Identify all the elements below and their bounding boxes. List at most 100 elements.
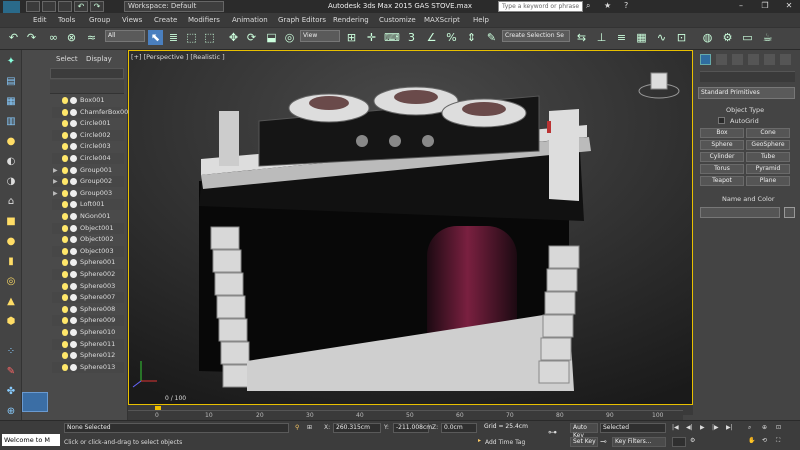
visibility-bulb-icon[interactable] [62, 224, 68, 232]
visibility-bulb-icon[interactable] [62, 294, 68, 302]
visibility-bulb-icon[interactable] [62, 329, 68, 336]
save-file-icon[interactable] [58, 1, 72, 12]
expand-arrow-icon[interactable]: ▶ [53, 176, 58, 187]
cone-primitive-icon[interactable]: ▲ [3, 295, 19, 309]
zoom-all-icon[interactable]: ⊕ [762, 424, 767, 431]
visibility-bulb-icon[interactable] [62, 143, 68, 151]
create-tab-icon[interactable] [700, 54, 711, 65]
menu-edit[interactable]: Edit [33, 13, 47, 27]
sphere-button[interactable]: Sphere [700, 140, 744, 150]
scene-item[interactable]: Sphere002 [52, 269, 124, 280]
cylinder-button[interactable]: Cylinder [700, 152, 744, 162]
menu-help[interactable]: Help [473, 13, 489, 27]
visibility-bulb-icon[interactable] [62, 236, 68, 244]
viewport-label[interactable]: [+] [Perspective ] [Realistic ] [131, 53, 225, 61]
tab-display[interactable]: Display [86, 55, 112, 63]
menu-create[interactable]: Create [154, 13, 177, 27]
undo-icon[interactable]: ↶ [74, 1, 88, 12]
reference-coordinate-dropdown[interactable]: View [300, 30, 340, 42]
align-icon[interactable]: ⊥ [594, 30, 609, 45]
redo-icon[interactable]: ↷ [90, 1, 104, 12]
tab-select[interactable]: Select [56, 55, 78, 63]
x-coordinate-field[interactable]: 260.315cm [333, 423, 381, 433]
scene-item[interactable]: Object003 [52, 245, 124, 257]
scene-item[interactable]: Sphere008 [52, 304, 124, 315]
visibility-bulb-icon[interactable] [62, 120, 68, 128]
search-icon[interactable]: ⌕ [586, 1, 598, 12]
key-selection-dropdown[interactable]: Selected [600, 423, 666, 433]
scene-item[interactable]: Object002 [52, 234, 124, 245]
light-icon[interactable]: ● [3, 135, 19, 149]
network-icon[interactable]: ⊕ [3, 405, 19, 419]
spinner-snap-icon[interactable]: ⇕ [464, 30, 479, 45]
box-button[interactable]: Box [700, 128, 744, 138]
scene-item[interactable]: ▶ Group002 [52, 176, 124, 188]
pyramid-button[interactable]: Pyramid [746, 164, 790, 174]
scene-item[interactable]: Circle001 [52, 118, 124, 129]
menu-views[interactable]: Views [122, 13, 142, 27]
maximize-icon[interactable]: ❐ [754, 0, 776, 12]
expand-arrow-icon[interactable]: ▶ [53, 188, 58, 199]
go-to-start-icon[interactable]: |◀ [672, 424, 679, 431]
link-icon[interactable]: ∞ [46, 30, 61, 45]
visibility-bulb-icon[interactable] [62, 166, 68, 174]
layer-manager-button[interactable] [22, 392, 48, 412]
scene-item[interactable]: ▶ Group003 [52, 188, 124, 199]
tube-button[interactable]: Tube [746, 152, 790, 162]
visibility-bulb-icon[interactable] [62, 178, 68, 186]
undo-icon[interactable]: ↶ [6, 30, 21, 45]
visibility-bulb-icon[interactable] [62, 352, 68, 360]
scene-item[interactable]: Sphere003 [52, 281, 124, 292]
scene-item[interactable]: Object001 [52, 222, 124, 234]
visibility-bulb-icon[interactable] [62, 97, 68, 104]
menu-animation[interactable]: Animation [232, 13, 268, 27]
display-icon[interactable]: ◑ [3, 175, 19, 189]
window-crossing-icon[interactable]: ⬚ [202, 30, 217, 45]
visibility-bulb-icon[interactable] [62, 363, 68, 371]
zoom-extents-icon[interactable]: ⊡ [776, 424, 781, 431]
pan-icon[interactable]: ✋ [748, 437, 755, 444]
geosphere-button[interactable]: GeoSphere [746, 140, 790, 150]
unlink-icon[interactable]: ⊗ [64, 30, 79, 45]
scene-item[interactable]: NGon001 [52, 211, 124, 222]
camera-icon[interactable]: ◐ [3, 155, 19, 169]
close-icon[interactable]: ✕ [778, 0, 800, 12]
menu-rendering[interactable]: Rendering [333, 13, 369, 27]
menu-customize[interactable]: Customize [379, 13, 416, 27]
scene-item[interactable]: Sphere012 [52, 350, 124, 361]
cone-button[interactable]: Cone [746, 128, 790, 138]
motion-icon[interactable]: ▥ [3, 115, 19, 129]
visibility-bulb-icon[interactable] [62, 305, 68, 313]
utilities-icon[interactable]: ⌂ [3, 195, 19, 209]
menu-modifiers[interactable]: Modifiers [188, 13, 220, 27]
scene-item[interactable]: Sphere009 [52, 315, 124, 327]
scene-item[interactable]: ▶ Group001 [52, 165, 124, 176]
scene-item[interactable]: Sphere010 [52, 327, 124, 338]
torus-button[interactable]: Torus [700, 164, 744, 174]
paint-icon[interactable]: ✎ [3, 365, 19, 379]
motion-tab-icon[interactable] [748, 54, 759, 65]
object-color-swatch[interactable] [784, 207, 795, 218]
hierarchy-icon[interactable]: ▦ [3, 95, 19, 109]
scene-item[interactable]: Box001 [52, 95, 124, 106]
keyboard-shortcut-icon[interactable]: ⌨ [384, 30, 400, 45]
selection-filter-dropdown[interactable]: All [105, 30, 145, 42]
key-filters-button[interactable]: Key Filters... [612, 437, 666, 447]
visibility-bulb-icon[interactable] [62, 317, 68, 325]
visibility-bulb-icon[interactable] [62, 213, 68, 220]
layer-explorer-icon[interactable]: ≡ [614, 30, 629, 45]
visibility-bulb-icon[interactable] [62, 201, 68, 209]
scene-item[interactable]: Sphere011 [52, 338, 124, 350]
cylinder-primitive-icon[interactable]: ▮ [3, 255, 19, 269]
workspace-dropdown[interactable]: Workspace: Default [124, 1, 224, 12]
display-tab-icon[interactable] [764, 54, 775, 65]
current-frame-field[interactable] [672, 437, 686, 447]
edit-named-selection-icon[interactable]: ✎ [484, 30, 499, 45]
curve-editor-icon[interactable]: ∿ [654, 30, 669, 45]
visibility-bulb-icon[interactable] [62, 259, 68, 267]
mirror-icon[interactable]: ⇆ [574, 30, 589, 45]
visibility-bulb-icon[interactable] [62, 340, 68, 348]
rendered-frame-window-icon[interactable]: ▭ [740, 30, 755, 45]
new-file-icon[interactable] [26, 1, 40, 12]
scene-item[interactable]: Loft001 [52, 199, 124, 211]
